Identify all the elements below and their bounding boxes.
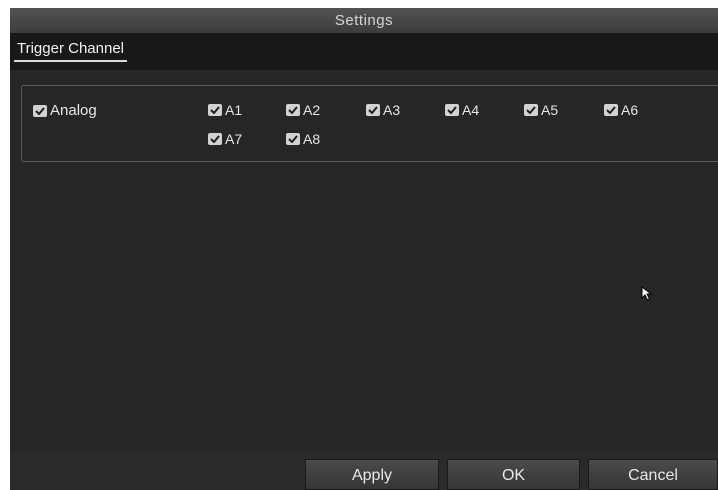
button-bar: Apply OK Cancel [10, 450, 718, 490]
checkmark-icon [33, 104, 47, 117]
mouse-pointer-icon [641, 285, 653, 307]
tab-trigger-channel[interactable]: Trigger Channel [14, 38, 127, 62]
cancel-button[interactable]: Cancel [588, 459, 718, 490]
channel-checkbox-a2[interactable]: A2 [286, 102, 320, 118]
analog-channel-group: Analog A1 A2 A3 A4 A5 A6 A7 A8 [21, 85, 718, 162]
channel-checkbox-a4[interactable]: A4 [445, 102, 479, 118]
checkbox-label: A8 [303, 131, 321, 147]
checkbox-label: Analog [50, 102, 97, 119]
channel-checkbox-a8[interactable]: A8 [286, 131, 320, 147]
checkbox-label: A7 [225, 131, 243, 147]
checkbox-label: A6 [621, 102, 639, 118]
apply-button[interactable]: Apply [305, 459, 439, 490]
checkmark-icon [366, 104, 380, 116]
checkmark-icon [208, 133, 222, 145]
analog-checkbox[interactable]: Analog [33, 102, 97, 119]
checkbox-label: A5 [541, 102, 559, 118]
ok-button[interactable]: OK [447, 459, 580, 490]
channel-checkbox-a1[interactable]: A1 [208, 102, 242, 118]
checkbox-label: A4 [462, 102, 480, 118]
dialog-title: Settings [10, 8, 718, 34]
checkmark-icon [445, 104, 459, 116]
channel-checkbox-a5[interactable]: A5 [524, 102, 558, 118]
settings-content: Analog A1 A2 A3 A4 A5 A6 A7 A8 [10, 70, 718, 450]
checkmark-icon [286, 104, 300, 116]
channel-checkbox-a3[interactable]: A3 [366, 102, 400, 118]
checkmark-icon [208, 104, 222, 116]
checkbox-label: A1 [225, 102, 243, 118]
checkbox-label: A3 [383, 102, 401, 118]
checkmark-icon [524, 104, 538, 116]
channel-checkbox-a6[interactable]: A6 [604, 102, 638, 118]
checkmark-icon [286, 133, 300, 145]
checkbox-label: A2 [303, 102, 321, 118]
tab-bar: Trigger Channel [10, 34, 718, 70]
checkmark-icon [604, 104, 618, 116]
channel-checkbox-a7[interactable]: A7 [208, 131, 242, 147]
settings-dialog: Settings Trigger Channel Analog A1 A2 A3… [10, 8, 718, 490]
